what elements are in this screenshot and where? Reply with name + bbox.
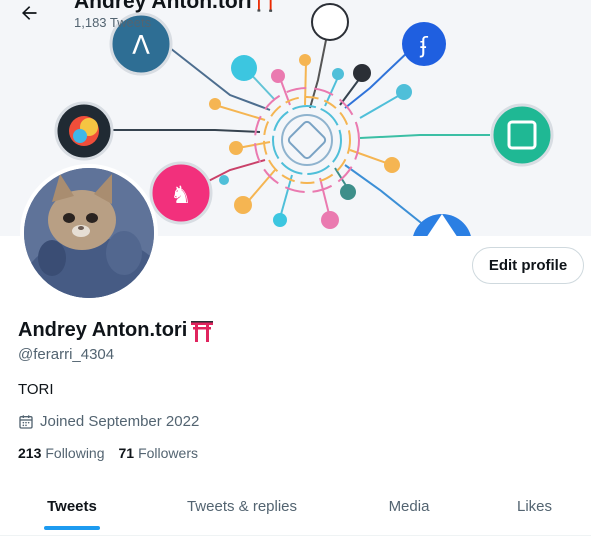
- tab-likes[interactable]: Likes: [478, 480, 591, 532]
- arrow-left-icon: [22, 6, 37, 20]
- tweet-count: 1,183 Tweets: [74, 15, 152, 30]
- joined-date: Joined September 2022: [18, 413, 199, 430]
- avatar[interactable]: [20, 164, 158, 302]
- header-title: Andrey Anton.tori⛩️: [74, 0, 278, 13]
- torii-gate-icon: [191, 320, 214, 342]
- profile-name: Andrey Anton.tori: [18, 319, 214, 342]
- followers-count: 71: [118, 445, 135, 461]
- back-button[interactable]: [12, 0, 46, 30]
- tab-media[interactable]: Media: [340, 480, 478, 532]
- active-tab-indicator: [44, 526, 100, 530]
- following-link[interactable]: 213 Following: [18, 445, 105, 461]
- profile-tabs: Tweets Tweets & replies Media Likes: [0, 480, 591, 536]
- profile-header: Andrey Anton.tori⛩️ 1,183 Tweets: [0, 0, 591, 36]
- svg-text:♞: ♞: [170, 181, 192, 209]
- following-count: 213: [18, 445, 42, 461]
- calendar-icon: [19, 414, 33, 429]
- tab-tweets-replies[interactable]: Tweets & replies: [144, 480, 340, 532]
- edit-profile-button[interactable]: Edit profile: [472, 247, 584, 284]
- profile-bio: TORI: [18, 381, 54, 398]
- following-label: Following: [45, 445, 105, 461]
- profile-name-text: Andrey Anton.tori: [18, 319, 188, 341]
- tab-tweets[interactable]: Tweets: [0, 480, 144, 532]
- follow-stats: 213 Following 71 Followers: [18, 445, 198, 461]
- profile-handle: @ferarri_4304: [18, 346, 115, 363]
- followers-label: Followers: [138, 445, 198, 461]
- svg-text:ʄ: ʄ: [419, 34, 428, 59]
- followers-link[interactable]: 71 Followers: [119, 445, 198, 461]
- joined-text: Joined September 2022: [40, 413, 200, 430]
- avatar-cat-photo: [24, 168, 154, 298]
